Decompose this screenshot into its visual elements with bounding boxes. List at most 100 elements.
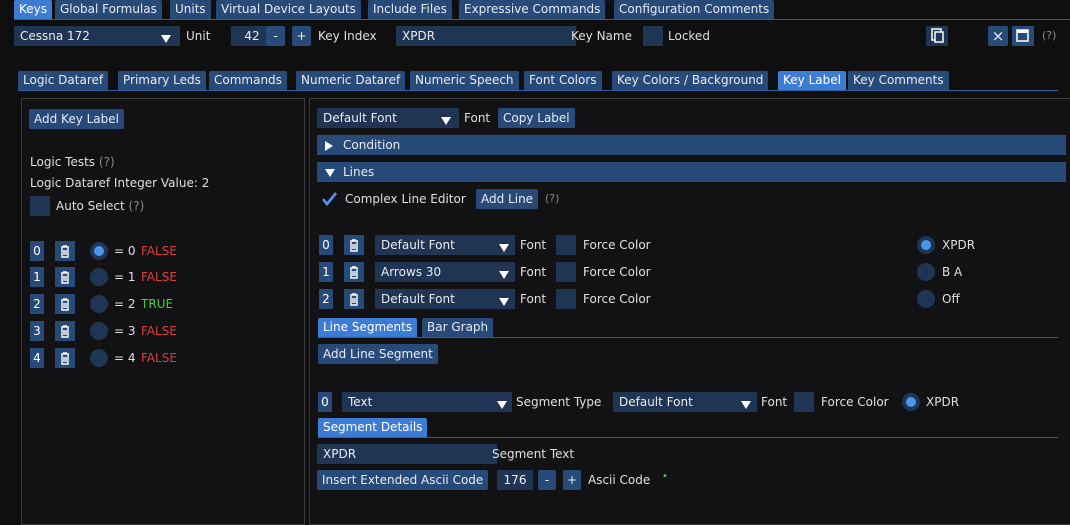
tab-expressive-commands[interactable]: Expressive Commands xyxy=(459,0,606,19)
trash-icon[interactable] xyxy=(55,294,75,314)
ascii-code-input[interactable]: 176 xyxy=(497,470,533,490)
chevron-down-icon[interactable] xyxy=(491,289,515,309)
trash-icon[interactable] xyxy=(344,235,364,255)
line-row-index: 1 xyxy=(319,262,333,282)
trash-icon[interactable] xyxy=(344,262,364,282)
logic-row-result: FALSE xyxy=(141,324,177,338)
key-name-input[interactable]: XPDR xyxy=(396,26,576,46)
tab-configuration-comments[interactable]: Configuration Comments xyxy=(614,0,775,19)
complex-line-editor-checkbox[interactable] xyxy=(319,189,339,209)
segment-font-select[interactable]: Default Font xyxy=(613,392,745,412)
locked-checkbox[interactable] xyxy=(643,26,663,46)
insert-extended-ascii-button[interactable]: Insert Extended Ascii Code xyxy=(317,470,489,490)
tab-key-label[interactable]: Key Label xyxy=(778,71,846,90)
tab-numeric-dataref[interactable]: Numeric Dataref xyxy=(296,71,406,90)
add-line-help[interactable]: (?) xyxy=(545,189,559,209)
tab-commands[interactable]: Commands xyxy=(209,71,287,90)
add-line-button[interactable]: Add Line xyxy=(476,189,539,209)
tab-global-formulas[interactable]: Global Formulas xyxy=(55,0,162,19)
copy-key-icon[interactable] xyxy=(926,26,948,46)
segment-tabs-divider xyxy=(318,337,1058,338)
aircraft-select[interactable]: Cessna 172 xyxy=(14,26,164,46)
lines-section-header[interactable]: Lines xyxy=(317,162,1066,182)
chevron-down-icon[interactable] xyxy=(490,392,512,412)
aircraft-dropdown-arrow-icon[interactable] xyxy=(152,26,180,46)
tab-keys[interactable]: Keys xyxy=(14,0,53,19)
segment-details-divider xyxy=(318,437,1058,438)
chevron-down-icon[interactable] xyxy=(491,235,515,255)
ascii-increment-button[interactable]: + xyxy=(563,470,581,490)
detach-window-icon[interactable] xyxy=(1012,26,1034,46)
copy-label-button[interactable]: Copy Label xyxy=(498,108,575,128)
tab-logic-dataref[interactable]: Logic Dataref xyxy=(18,71,109,90)
unit-label: Unit xyxy=(186,29,211,43)
trash-icon[interactable] xyxy=(55,241,75,261)
unit-increment-button[interactable]: + xyxy=(292,26,311,46)
complex-line-editor-label: Complex Line Editor xyxy=(345,192,466,206)
tab-primary-leds[interactable]: Primary Leds xyxy=(118,71,206,90)
tab-segment-details[interactable]: Segment Details xyxy=(318,418,428,437)
chevron-down-icon[interactable] xyxy=(733,392,757,412)
tab-numeric-speech[interactable]: Numeric Speech xyxy=(410,71,519,90)
line-font-select[interactable]: Arrows 30 xyxy=(375,262,503,282)
logic-row-eq: = 0 xyxy=(114,244,136,258)
chevron-down-icon xyxy=(325,168,335,177)
force-color-label: Force Color xyxy=(583,238,651,252)
trash-icon[interactable] xyxy=(55,321,75,341)
segment-type-select[interactable]: Text xyxy=(342,392,502,412)
close-button[interactable]: × xyxy=(988,26,1008,46)
logic-row-radio[interactable] xyxy=(90,242,108,260)
line-option-radio[interactable] xyxy=(917,290,935,308)
segment-force-color-checkbox[interactable] xyxy=(794,392,814,412)
key-name-label: Key Name xyxy=(571,29,632,43)
chevron-down-icon[interactable] xyxy=(433,108,459,128)
tab-line-segments[interactable]: Line Segments xyxy=(318,318,418,337)
segment-option-radio[interactable] xyxy=(902,393,920,411)
line-font-select[interactable]: Default Font xyxy=(375,289,503,309)
trash-icon[interactable] xyxy=(55,267,75,287)
logic-row-index: 0 xyxy=(30,241,44,261)
toolbar-help[interactable]: (?) xyxy=(1042,26,1056,46)
line-font-label: Font xyxy=(520,238,547,252)
logic-row-radio[interactable] xyxy=(90,349,108,367)
tab-bar-graph[interactable]: Bar Graph xyxy=(422,318,494,337)
tab-key-colors-background[interactable]: Key Colors / Background xyxy=(612,71,769,90)
segment-type-label: Segment Type xyxy=(516,395,602,409)
trash-icon[interactable] xyxy=(344,289,364,309)
logic-tests-label: Logic Tests (?) xyxy=(30,155,115,169)
force-color-checkbox[interactable] xyxy=(556,289,576,309)
logic-row-eq: = 4 xyxy=(114,351,136,365)
logic-row-result: FALSE xyxy=(141,351,177,365)
chevron-down-icon[interactable] xyxy=(491,262,515,282)
unit-decrement-button[interactable]: - xyxy=(266,26,285,46)
force-color-checkbox[interactable] xyxy=(556,262,576,282)
auto-select-checkbox[interactable] xyxy=(30,196,50,216)
trash-icon[interactable] xyxy=(55,348,75,368)
tab-font-colors[interactable]: Font Colors xyxy=(524,71,602,90)
force-color-label: Force Color xyxy=(583,292,651,306)
line-option-radio[interactable] xyxy=(917,263,935,281)
label-font-select[interactable]: Default Font xyxy=(317,108,445,128)
logic-row-eq: = 2 xyxy=(114,297,136,311)
logic-row-radio[interactable] xyxy=(90,322,108,340)
add-line-segment-button[interactable]: Add Line Segment xyxy=(318,344,438,364)
logic-row-radio[interactable] xyxy=(90,295,108,313)
line-option-radio[interactable] xyxy=(917,236,935,254)
ascii-decrement-button[interactable]: - xyxy=(538,470,556,490)
locked-label: Locked xyxy=(668,29,710,43)
tab-include-files[interactable]: Include Files xyxy=(368,0,452,19)
tab-units[interactable]: Units xyxy=(170,0,211,19)
line-option-label: Off xyxy=(942,292,960,306)
logic-row-radio[interactable] xyxy=(90,268,108,286)
tab-virtual-device-layouts[interactable]: Virtual Device Layouts xyxy=(216,0,361,19)
segment-text-input[interactable]: XPDR xyxy=(317,444,497,464)
add-key-label-button[interactable]: Add Key Label xyxy=(29,109,124,129)
tab-key-comments[interactable]: Key Comments xyxy=(848,71,949,90)
condition-section-header[interactable]: Condition xyxy=(317,135,1066,155)
logic-row-eq: = 1 xyxy=(114,270,136,284)
force-color-checkbox[interactable] xyxy=(556,235,576,255)
segment-row-index: 0 xyxy=(318,392,332,412)
logic-tests-help[interactable]: (?) xyxy=(99,155,115,169)
force-color-label: Force Color xyxy=(583,265,651,279)
line-font-select[interactable]: Default Font xyxy=(375,235,503,255)
